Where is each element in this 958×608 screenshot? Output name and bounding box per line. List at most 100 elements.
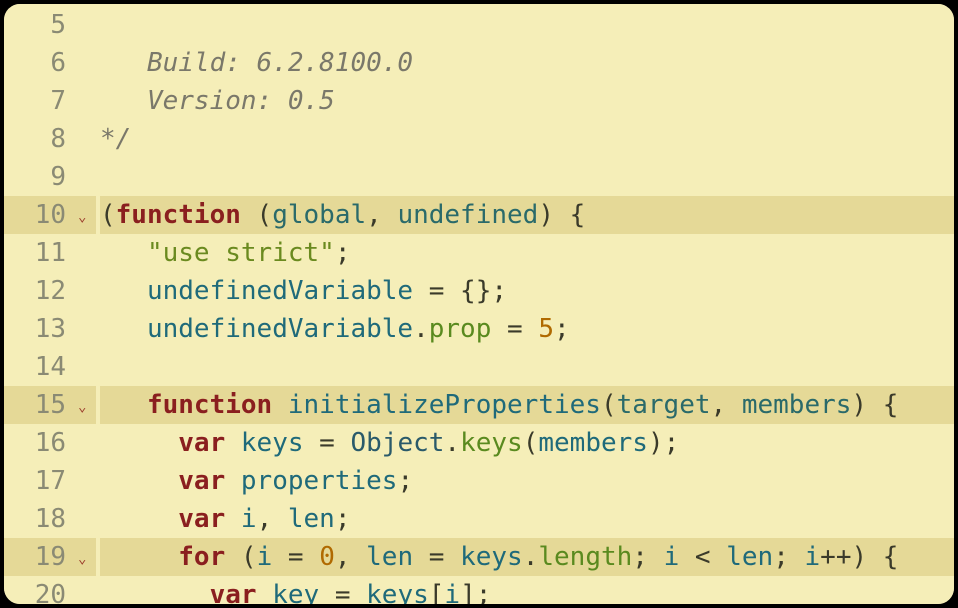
code-token: keys — [366, 580, 429, 604]
code-token: target — [617, 390, 711, 420]
line-number-gutter: 567891011121314151617181920 — [4, 4, 76, 604]
code-line[interactable] — [100, 348, 954, 386]
code-token: = — [319, 580, 366, 604]
code-token: keys — [241, 428, 304, 458]
code-line[interactable]: function initializeProperties(target, me… — [100, 386, 954, 424]
code-token: var — [178, 466, 225, 496]
code-token: len — [366, 542, 413, 572]
fold-cell — [76, 424, 96, 462]
code-token — [100, 504, 178, 534]
code-token: , — [366, 200, 397, 230]
fold-cell — [76, 500, 96, 538]
code-token: ( — [241, 200, 272, 230]
line-number: 7 — [4, 82, 76, 120]
line-number: 5 — [4, 6, 76, 44]
code-token — [225, 466, 241, 496]
code-token: var — [178, 428, 225, 458]
code-token: ; — [664, 428, 680, 458]
code-token: = — [413, 276, 460, 306]
code-token — [225, 504, 241, 534]
code-token: i — [257, 542, 273, 572]
code-token — [100, 314, 147, 344]
fold-cell[interactable]: ⌄ — [76, 196, 96, 234]
code-line[interactable]: undefinedVariable = {}; — [100, 272, 954, 310]
code-token: ) { — [851, 542, 898, 572]
fold-cell — [76, 576, 96, 608]
code-token — [272, 390, 288, 420]
code-token — [100, 466, 178, 496]
code-line[interactable]: */ — [100, 120, 954, 158]
code-line[interactable]: (function (global, undefined) { — [100, 196, 954, 234]
code-token: keys — [460, 542, 523, 572]
code-token: = — [304, 428, 351, 458]
code-line[interactable] — [100, 158, 954, 196]
code-token — [100, 238, 147, 268]
code-line[interactable] — [100, 6, 954, 44]
chevron-down-icon[interactable]: ⌄ — [78, 552, 86, 566]
fold-cell — [76, 158, 96, 196]
code-token: , — [335, 542, 366, 572]
chevron-down-icon[interactable]: ⌄ — [78, 210, 86, 224]
code-token: properties — [241, 466, 398, 496]
code-token: length — [538, 542, 632, 572]
fold-cell — [76, 310, 96, 348]
code-token: members — [538, 428, 648, 458]
code-token: . — [523, 542, 539, 572]
code-token: = — [272, 542, 319, 572]
code-token: for — [178, 542, 225, 572]
code-line[interactable]: undefinedVariable.prop = 5; — [100, 310, 954, 348]
code-token: ) — [648, 428, 664, 458]
code-token: . — [413, 314, 429, 344]
code-area[interactable]: Build: 6.2.8100.0 Version: 0.5*/(functio… — [96, 4, 954, 604]
code-token: initializeProperties — [288, 390, 601, 420]
code-token — [100, 276, 147, 306]
code-token: undefined — [397, 200, 538, 230]
code-token: var — [178, 504, 225, 534]
line-number: 10 — [4, 196, 76, 234]
code-token: 0 — [319, 542, 335, 572]
code-token: ; — [476, 580, 492, 604]
code-token: {} — [460, 276, 491, 306]
code-token: ) { — [851, 390, 898, 420]
fold-cell — [76, 272, 96, 310]
code-line[interactable]: Version: 0.5 — [100, 82, 954, 120]
code-line[interactable]: var i, len; — [100, 500, 954, 538]
code-token: i — [664, 542, 680, 572]
code-token — [257, 580, 273, 604]
line-number: 14 — [4, 348, 76, 386]
code-token — [100, 428, 178, 458]
code-line[interactable]: var properties; — [100, 462, 954, 500]
code-token: "use strict" — [147, 238, 335, 268]
code-line[interactable]: for (i = 0, len = keys.length; i < len; … — [100, 538, 954, 576]
line-number: 11 — [4, 234, 76, 272]
code-token: Build: 6.2.8100.0 — [100, 48, 413, 78]
code-token: Object — [351, 428, 445, 458]
code-token: Version: 0.5 — [100, 86, 335, 116]
code-token: ( — [225, 542, 256, 572]
line-number: 8 — [4, 120, 76, 158]
code-token: = — [491, 314, 538, 344]
code-line[interactable]: var keys = Object.keys(members); — [100, 424, 954, 462]
code-line[interactable]: "use strict"; — [100, 234, 954, 272]
code-token: = — [413, 542, 460, 572]
line-number: 9 — [4, 158, 76, 196]
fold-cell — [76, 462, 96, 500]
line-number: 15 — [4, 386, 76, 424]
code-editor[interactable]: 567891011121314151617181920 ⌄ ⌄ ⌄ Build: 6… — [0, 0, 958, 608]
code-line[interactable]: var key = keys[i]; — [100, 576, 954, 604]
fold-cell[interactable]: ⌄ — [76, 386, 96, 424]
fold-cell — [76, 6, 96, 44]
fold-cell — [76, 44, 96, 82]
chevron-down-icon[interactable]: ⌄ — [78, 400, 86, 414]
code-token: len — [726, 542, 773, 572]
code-line[interactable]: Build: 6.2.8100.0 — [100, 44, 954, 82]
code-token: keys — [460, 428, 523, 458]
code-token: ; — [335, 238, 351, 268]
code-token: i — [241, 504, 257, 534]
fold-cell[interactable]: ⌄ — [76, 538, 96, 576]
code-token: ; — [554, 314, 570, 344]
code-token: function — [147, 390, 272, 420]
code-token: 5 — [538, 314, 554, 344]
code-token: . — [444, 428, 460, 458]
line-number: 17 — [4, 462, 76, 500]
